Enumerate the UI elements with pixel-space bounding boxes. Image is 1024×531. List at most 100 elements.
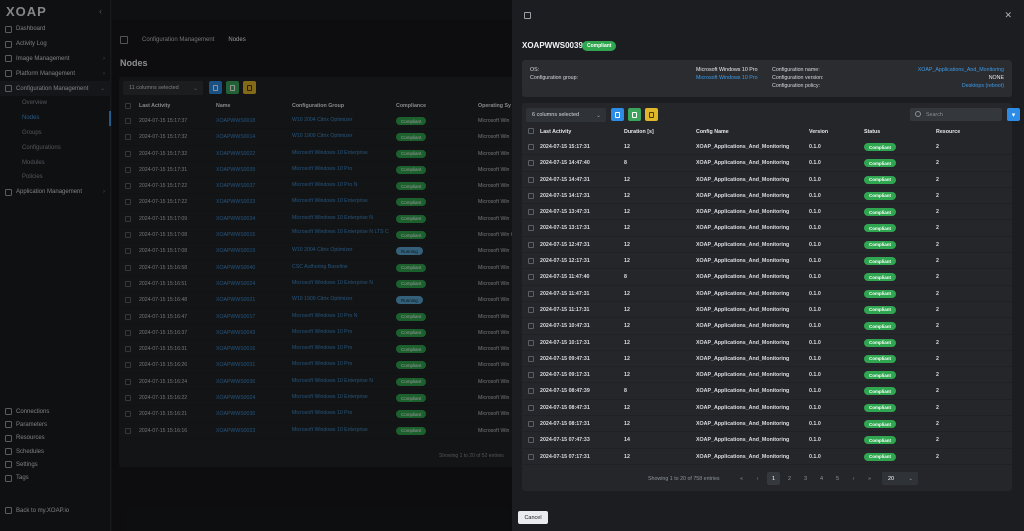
page-button-5[interactable]: 5 [831,472,844,485]
table-row[interactable]: 2024-07-15 08:47:39 8 XOAP_Applications_An… [522,383,1012,400]
row-duration: 12 [624,453,630,460]
status-badge: Compliant [864,273,896,282]
row-last-activity: 2024-07-15 12:17:31 [540,258,590,265]
filter-button[interactable]: ▾ [1007,108,1020,121]
col-duration[interactable]: Duration [s] [624,129,654,135]
table-row[interactable]: 2024-07-15 11:17:31 12 XOAP_Applications_A… [522,302,1012,319]
table-row[interactable]: 2024-07-15 09:47:31 12 XOAP_Applications_A… [522,351,1012,368]
row-config-name: XOAP_Applications_And_Monitoring [696,355,790,362]
config-name-link[interactable]: XOAP_Applications_And_Monitoring [918,67,1004,73]
row-resource: 2 [936,404,939,411]
row-duration: 12 [624,258,630,265]
row-last-activity: 2024-07-15 14:47:31 [540,176,590,183]
row-resource: 2 [936,144,939,150]
table-row[interactable]: 2024-07-15 11:47:40 8 XOAP_Applications_An… [522,269,1012,286]
last-page-button[interactable]: » [863,472,876,485]
col-config-name[interactable]: Config Name [696,129,729,135]
cancel-button[interactable]: Cancel [518,511,548,524]
table-row[interactable]: 2024-07-15 12:47:31 12 XOAP_Applications_A… [522,237,1012,254]
modal-copy-button[interactable] [611,108,624,121]
row-checkbox[interactable] [528,421,534,428]
table-row[interactable]: 2024-07-15 07:17:31 12 XOAP_Applications_A… [522,449,1012,465]
row-config-name: XOAP_Applications_And_Monitoring [696,209,790,216]
row-last-activity: 2024-07-15 14:47:40 [540,160,590,167]
row-duration: 12 [624,144,630,150]
row-last-activity: 2024-07-15 10:17:31 [540,339,590,346]
row-version: 0.1.0 [809,421,821,428]
page-button-3[interactable]: 3 [799,472,812,485]
row-checkbox[interactable] [528,176,534,183]
row-duration: 12 [624,323,630,330]
page-button-4[interactable]: 4 [815,472,828,485]
modal-export-excel-button[interactable] [628,108,641,121]
row-checkbox[interactable] [528,290,534,297]
row-checkbox[interactable] [528,437,534,444]
table-row[interactable]: 2024-07-15 14:47:40 8 XOAP_Applications_An… [522,155,1012,172]
page-button-1[interactable]: 1 [767,472,780,485]
row-checkbox[interactable] [528,323,534,330]
col-resource[interactable]: Resource [936,129,960,135]
modal-columns-select[interactable]: 6 columns selected ⌄ [526,108,606,122]
row-config-name: XOAP_Applications_And_Monitoring [696,404,790,411]
table-row[interactable]: 2024-07-15 08:17:31 12 XOAP_Applications_A… [522,416,1012,433]
csv-icon [649,111,654,118]
table-row[interactable]: 2024-07-15 15:17:31 12 XOAP_Applications_A… [522,139,1012,156]
table-row[interactable]: 2024-07-15 13:17:31 12 XOAP_Applications_A… [522,220,1012,237]
table-row[interactable]: 2024-07-15 07:47:33 14 XOAP_Applications_A… [522,432,1012,449]
row-checkbox[interactable] [528,388,534,395]
table-row[interactable]: 2024-07-15 13:47:31 12 XOAP_Applications_A… [522,204,1012,221]
row-checkbox[interactable] [528,258,534,265]
prev-page-button[interactable]: ‹ [751,472,764,485]
status-badge: Compliant [864,436,896,445]
row-resource: 2 [936,453,939,460]
row-checkbox[interactable] [528,160,534,167]
row-checkbox[interactable] [528,225,534,232]
row-duration: 12 [624,306,630,313]
modal-export-csv-button[interactable] [645,108,658,121]
row-config-name: XOAP_Applications_And_Monitoring [696,258,790,265]
table-row[interactable]: 2024-07-15 11:47:31 12 XOAP_Applications_A… [522,286,1012,302]
status-badge: Compliant [864,289,896,298]
table-row[interactable]: 2024-07-15 09:17:31 12 XOAP_Applications_A… [522,367,1012,384]
row-checkbox[interactable] [528,192,534,199]
status-badge: Compliant [864,371,896,380]
row-checkbox[interactable] [528,144,534,150]
status-badge: Compliant [864,257,896,266]
table-row[interactable]: 2024-07-15 14:17:31 12 XOAP_Applications_A… [522,188,1012,205]
row-duration: 12 [624,241,630,248]
row-checkbox[interactable] [528,241,534,248]
chevron-down-icon: ⌄ [595,112,601,119]
row-resource: 2 [936,355,939,362]
row-version: 0.1.0 [809,192,821,199]
row-version: 0.1.0 [809,453,821,460]
row-checkbox[interactable] [528,209,534,216]
table-row[interactable]: 2024-07-15 08:47:31 12 XOAP_Applications_A… [522,400,1012,417]
row-checkbox[interactable] [528,372,534,379]
row-checkbox[interactable] [528,355,534,362]
row-version: 0.1.0 [809,225,821,232]
row-checkbox[interactable] [528,274,534,281]
row-checkbox[interactable] [528,453,534,460]
config-group-link[interactable]: Microsoft Windows 10 Pro [696,75,758,81]
search-placeholder: Search [926,111,943,118]
search-input[interactable]: Search [910,108,1002,121]
next-page-button[interactable]: › [847,472,860,485]
row-checkbox[interactable] [528,306,534,313]
row-resource: 2 [936,306,939,313]
expand-icon[interactable] [524,12,531,19]
col-last-activity[interactable]: Last Activity [540,129,571,135]
col-status[interactable]: Status [864,129,880,135]
modal-select-all-checkbox[interactable] [528,128,534,134]
table-row[interactable]: 2024-07-15 10:47:31 12 XOAP_Applications_A… [522,318,1012,335]
first-page-button[interactable]: « [735,472,748,485]
page-button-2[interactable]: 2 [783,472,796,485]
row-checkbox[interactable] [528,339,534,346]
page-size-select[interactable]: 20 ⌄ [882,472,918,485]
col-version[interactable]: Version [809,129,828,135]
table-row[interactable]: 2024-07-15 10:17:31 12 XOAP_Applications_A… [522,335,1012,351]
table-row[interactable]: 2024-07-15 12:17:31 12 XOAP_Applications_A… [522,253,1012,270]
config-policy-link[interactable]: Desktops (reboot) [962,83,1004,89]
table-row[interactable]: 2024-07-15 14:47:31 12 XOAP_Applications_A… [522,172,1012,188]
row-checkbox[interactable] [528,404,534,411]
close-icon[interactable]: ✕ [1004,10,1012,21]
